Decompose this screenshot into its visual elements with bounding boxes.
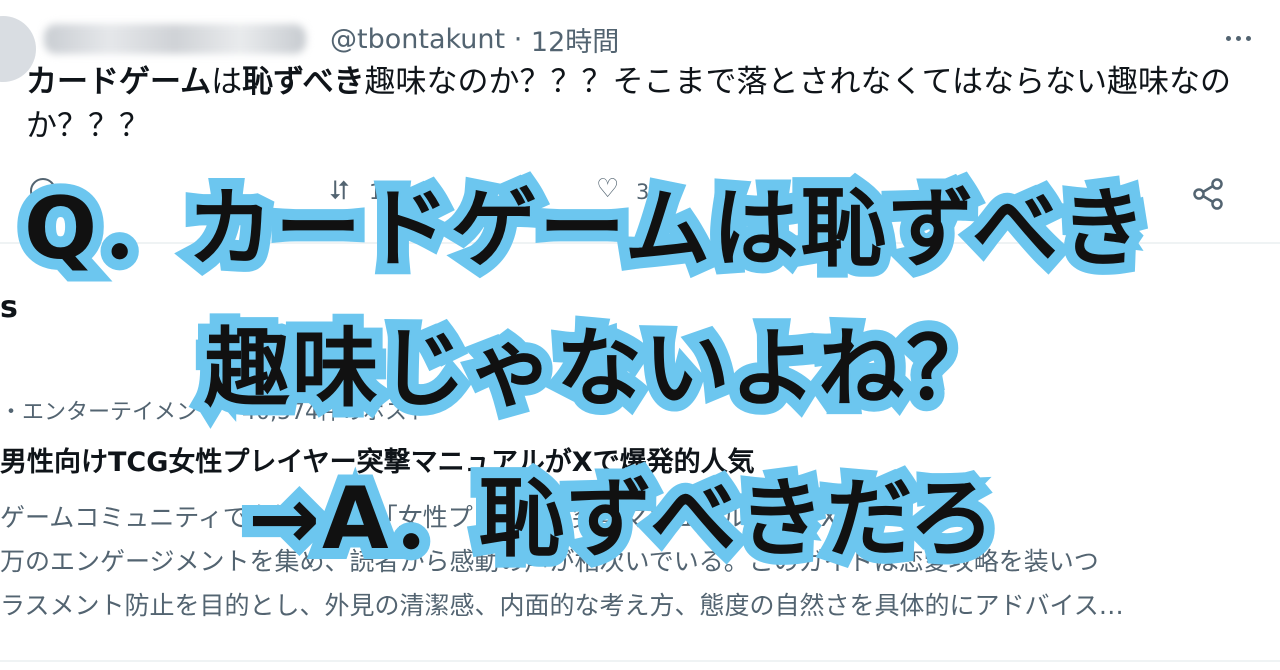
blurred-display-name [44, 24, 306, 54]
tweet-text: カードゲームは恥ずべき趣味なのか？？？そこまで落とされなくてはならない趣味なのか… [26, 60, 1246, 148]
header-separator: · [513, 24, 523, 55]
share-icon[interactable] [1190, 176, 1226, 212]
user-handle[interactable]: @tbontakunt [330, 24, 505, 55]
tweet-text-bold: カードゲーム [26, 64, 212, 100]
tweet-text-part: は [211, 64, 243, 100]
screenshot: @tbontakunt · 12時間 カードゲームは恥ずべき趣味なのか？？？そこ… [0, 0, 1280, 670]
caption-question-continued: 趣味じゃないよね？ [193, 308, 1003, 430]
section-header: s [0, 290, 18, 325]
caption-answer: →A．恥ずべきだろ [237, 458, 1006, 580]
divider [0, 660, 1280, 662]
caption-question: Q．カードゲームは恥ずべき [13, 168, 1157, 290]
more-icon[interactable] [1226, 26, 1266, 50]
tweet-time[interactable]: 12時間 [531, 27, 619, 58]
tweet-text-bold-2: 恥ずべき [242, 64, 365, 100]
trend-summary-line: ラスメント防止を目的とし、外見の清潔感、内面的な考え方、態度の自然さを具体的にア… [0, 591, 1124, 620]
tweet-header: @tbontakunt · 12時間 [330, 20, 619, 59]
